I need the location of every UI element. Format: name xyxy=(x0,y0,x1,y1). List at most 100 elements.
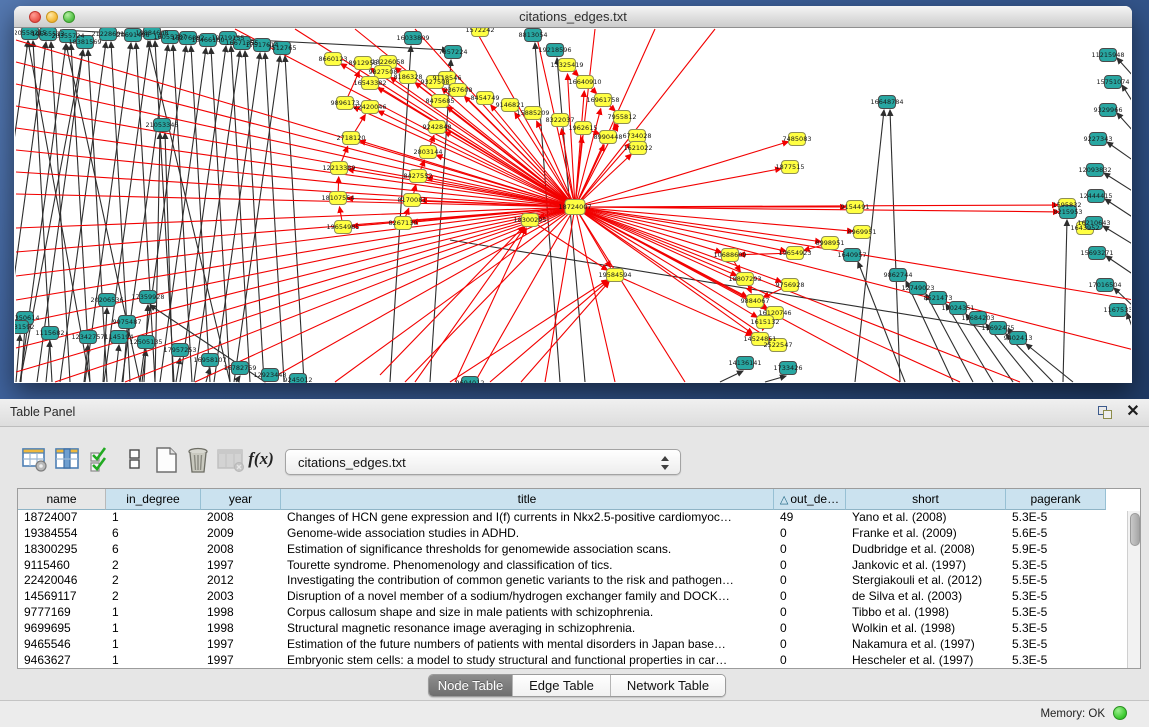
tab-network-table[interactable]: Network Table xyxy=(611,675,725,696)
table-cell[interactable]: 1997 xyxy=(201,653,281,669)
table-cell[interactable]: Dudbridge et al. (2008) xyxy=(846,542,1006,558)
table-cell[interactable]: Estimation of significance thresholds fo… xyxy=(281,542,774,558)
memory-status-indicator[interactable] xyxy=(1113,706,1127,720)
column-header-year[interactable]: year xyxy=(201,489,281,510)
table-cell[interactable]: 5.5E-5 xyxy=(1006,573,1106,589)
table-cell[interactable]: 0 xyxy=(774,542,846,558)
network-edge[interactable] xyxy=(1106,256,1131,275)
network-edge[interactable] xyxy=(521,282,609,382)
table-cell[interactable]: Nakamura et al. (1997) xyxy=(846,637,1006,653)
tab-edge-table[interactable]: Edge Table xyxy=(513,675,611,696)
table-cell[interactable]: 1 xyxy=(106,605,201,621)
network-edge[interactable] xyxy=(765,376,786,382)
table-row[interactable]: 1456911722003Disruption of a novel membe… xyxy=(18,589,1106,605)
table-row[interactable]: 1938455462009Genome-wide association stu… xyxy=(18,526,1106,542)
table-cell[interactable]: 0 xyxy=(774,637,846,653)
table-cell[interactable]: 9465546 xyxy=(18,637,106,653)
table-cell[interactable]: Embryonic stem cells: a model to study s… xyxy=(281,653,774,669)
network-edge[interactable] xyxy=(490,281,608,382)
network-edge[interactable] xyxy=(245,51,264,382)
column-header-pagerank[interactable]: pagerank xyxy=(1006,489,1106,510)
network-edge[interactable] xyxy=(1117,113,1131,132)
table-cell[interactable]: Stergiakouli et al. (2012) xyxy=(846,573,1006,589)
table-cell[interactable]: 0 xyxy=(774,526,846,542)
table-cell[interactable]: 1998 xyxy=(201,621,281,637)
network-edge[interactable] xyxy=(890,110,900,382)
table-cell[interactable]: 9115460 xyxy=(18,558,106,574)
network-edge[interactable] xyxy=(348,169,575,207)
network-edge[interactable] xyxy=(1105,199,1131,218)
network-edge[interactable] xyxy=(1026,344,1073,382)
table-cell[interactable]: 9699695 xyxy=(18,621,106,637)
table-row[interactable]: 1872400712008Changes of HCN gene express… xyxy=(18,510,1106,526)
column-header-short[interactable]: short xyxy=(846,489,1006,510)
table-settings-button[interactable] xyxy=(19,443,51,477)
column-header-name[interactable]: name xyxy=(18,489,106,510)
table-cell[interactable]: Structural magnetic resonance image aver… xyxy=(281,621,774,637)
table-cell[interactable]: 5.9E-5 xyxy=(1006,542,1106,558)
network-edge[interactable] xyxy=(455,228,526,382)
network-edge[interactable] xyxy=(575,207,1059,212)
table-cell[interactable]: 2009 xyxy=(201,526,281,542)
table-cell[interactable]: Jankovic et al. (1997) xyxy=(846,558,1006,574)
table-cell[interactable]: 2008 xyxy=(201,542,281,558)
table-cell[interactable]: Franke et al. (2009) xyxy=(846,526,1006,542)
table-cell[interactable]: 0 xyxy=(774,653,846,669)
table-cell[interactable]: 5.3E-5 xyxy=(1006,637,1106,653)
table-cell[interactable]: 5.3E-5 xyxy=(1006,558,1106,574)
network-edge[interactable] xyxy=(236,376,240,382)
network-edge[interactable] xyxy=(575,154,631,207)
table-cell[interactable]: 49 xyxy=(774,510,846,526)
table-row[interactable]: 911546021997Tourette syndrome. Phenomeno… xyxy=(18,558,1106,574)
network-edge[interactable] xyxy=(575,207,960,382)
scrollbar-thumb[interactable] xyxy=(1130,513,1140,546)
table-cell[interactable]: 5.3E-5 xyxy=(1006,653,1106,669)
table-cell[interactable]: 0 xyxy=(774,589,846,605)
network-edge[interactable] xyxy=(1117,58,1131,77)
column-header-out_de[interactable]: △out_de… xyxy=(774,489,846,510)
network-edge[interactable] xyxy=(16,172,575,207)
network-edge[interactable] xyxy=(575,207,757,317)
table-cell[interactable]: 5.6E-5 xyxy=(1006,526,1106,542)
table-cell[interactable]: 2008 xyxy=(201,510,281,526)
table-vertical-scrollbar[interactable] xyxy=(1127,511,1141,669)
network-edge[interactable] xyxy=(353,107,575,207)
table-row[interactable]: 1830029562008Estimation of significance … xyxy=(18,542,1106,558)
float-panel-icon[interactable] xyxy=(1097,405,1114,421)
network-edge[interactable] xyxy=(575,207,1020,382)
network-edge[interactable] xyxy=(575,142,788,207)
table-cell[interactable]: 19384554 xyxy=(18,526,106,542)
network-edge[interactable] xyxy=(1103,226,1131,245)
table-cell[interactable]: Estimation of the future numbers of pati… xyxy=(281,637,774,653)
network-edge[interactable] xyxy=(1107,142,1131,161)
table-row[interactable]: 946362711997Embryonic stem cells: a mode… xyxy=(18,653,1106,669)
table-row[interactable]: 977716911998Corpus callosum shape and si… xyxy=(18,605,1106,621)
table-row[interactable]: 2242004622012Investigating the contribut… xyxy=(18,573,1106,589)
network-edge[interactable] xyxy=(1127,313,1131,332)
network-edge[interactable] xyxy=(335,207,575,382)
tab-node-table[interactable]: Node Table xyxy=(429,675,513,696)
table-cell[interactable]: Wolkin et al. (1998) xyxy=(846,621,1006,637)
network-edge[interactable] xyxy=(575,169,781,207)
table-row[interactable]: 969969511998Structural magnetic resonanc… xyxy=(18,621,1106,637)
table-cell[interactable]: de Silva et al. (2003) xyxy=(846,589,1006,605)
close-panel-icon[interactable]: ✕ xyxy=(1124,402,1142,422)
network-edge[interactable] xyxy=(1122,85,1131,104)
table-cell[interactable]: 22420046 xyxy=(18,573,106,589)
table-selector-dropdown[interactable]: citations_edges.txt xyxy=(285,449,681,475)
network-edge[interactable] xyxy=(160,48,206,382)
table-cell[interactable]: 2 xyxy=(106,573,201,589)
table-cell[interactable]: Genome-wide association studies in ADHD. xyxy=(281,526,774,542)
table-cell[interactable]: 1997 xyxy=(201,637,281,653)
table-cell[interactable]: 1997 xyxy=(201,558,281,574)
window-titlebar[interactable]: citations_edges.txt xyxy=(14,6,1132,28)
table-cell[interactable]: 18724007 xyxy=(18,510,106,526)
network-edge[interactable] xyxy=(720,371,743,382)
function-builder-button[interactable]: f(x) xyxy=(246,443,276,477)
table-cell[interactable]: Corpus callosum shape and size in male p… xyxy=(281,605,774,621)
table-cell[interactable]: 5.3E-5 xyxy=(1006,621,1106,637)
column-header-title[interactable]: title xyxy=(281,489,774,510)
table-cell[interactable]: 5.3E-5 xyxy=(1006,510,1106,526)
network-edge[interactable] xyxy=(415,227,525,382)
table-cell[interactable]: Disruption of a novel member of a sodium… xyxy=(281,589,774,605)
